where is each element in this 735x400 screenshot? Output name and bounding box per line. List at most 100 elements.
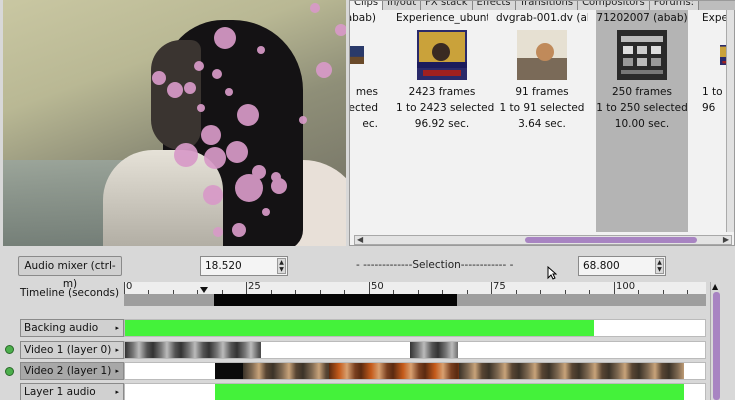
tab-in-out[interactable]: In/out <box>383 1 422 10</box>
clip-thumbnail <box>517 30 567 80</box>
spin-up-icon[interactable]: ▲ <box>656 259 663 266</box>
scrollbar-thumb[interactable] <box>713 292 720 400</box>
ruler-label: 50 <box>371 281 384 292</box>
tab-fx-stack[interactable]: FX stack <box>421 1 473 10</box>
clip-duration: 96.92 sec. <box>414 118 470 130</box>
clip-selected-range: 1 to 2 <box>702 86 728 98</box>
clip-duration: ec. <box>362 118 378 130</box>
ruler-label: 75 <box>493 281 506 292</box>
clip-selected-range: 1 to 91 selected <box>499 102 585 114</box>
scroll-up-icon[interactable]: ▲ <box>712 282 718 291</box>
clips-horizontal-scrollbar[interactable]: ◀ ▶ <box>354 235 732 245</box>
timeline-ruler[interactable]: 0 25 50 75 100 <box>124 281 706 306</box>
tab-compositors[interactable]: Compositors <box>578 1 650 10</box>
scroll-left-icon[interactable]: ◀ <box>357 235 363 244</box>
clip-frames: 250 frames <box>612 86 672 98</box>
track-menu-icon[interactable]: ▸ <box>115 320 119 336</box>
track-active-indicator-icon[interactable] <box>5 345 14 354</box>
spin-down-icon[interactable]: ▼ <box>656 266 663 273</box>
tab-forums[interactable]: Forums: <box>649 1 700 10</box>
spin-up-icon[interactable]: ▲ <box>278 259 285 266</box>
ruler-tick-major <box>246 282 247 294</box>
video-clip-segment[interactable] <box>215 363 243 379</box>
ruler-label: 25 <box>248 281 261 292</box>
clip-name: (abab) <box>350 12 376 24</box>
clip-frames: mes <box>355 86 378 98</box>
clip-selected-range: ected <box>350 102 378 114</box>
clip-thumbnail <box>350 46 364 64</box>
track-video-1-button[interactable]: Video 1 (layer 0) ▸ <box>20 341 124 359</box>
track-menu-icon[interactable]: ▸ <box>115 384 119 400</box>
clip-item[interactable]: (abab) mes ected ec. <box>350 10 380 232</box>
playhead-marker-icon[interactable] <box>200 287 208 293</box>
track-label: Video 2 (layer 1) <box>24 365 112 377</box>
preview-bubble-effect <box>152 3 346 237</box>
clip-selected-range: 1 to 2423 selected <box>396 102 495 114</box>
selection-end-spinner[interactable]: 68.800 ▲ ▼ <box>578 256 666 276</box>
selection-start-value[interactable]: 18.520 <box>205 260 242 272</box>
clips-vertical-scrollbar[interactable] <box>726 10 734 232</box>
clip-frames: 91 frames <box>515 86 569 98</box>
clip-item[interactable]: dvgrab-001.dv (ab 91 frames 1 to 91 sele… <box>496 10 588 232</box>
audio-segment[interactable] <box>125 320 594 336</box>
track-label: Layer 1 audio <box>24 386 96 398</box>
clip-thumbnail <box>417 30 467 80</box>
selection-end-value[interactable]: 68.800 <box>583 260 620 272</box>
clip-name: Experi <box>702 12 728 24</box>
video-clip-segment[interactable] <box>243 363 329 379</box>
ruler-tick-major <box>614 282 615 294</box>
audio-segment[interactable] <box>215 384 684 400</box>
video-clip-segment[interactable] <box>459 363 684 379</box>
audio-mixer-button[interactable]: Audio mixer (ctrl-m) <box>18 256 122 290</box>
clip-item[interactable]: Experience_ubuntu 2423 frames 1 to 2423 … <box>396 10 495 232</box>
tab-clips[interactable]: Clips <box>350 1 384 10</box>
video-preview[interactable] <box>3 0 346 246</box>
track-backing-audio-lane[interactable] <box>124 319 706 337</box>
track-layer-1-audio-lane[interactable] <box>124 383 706 400</box>
ruler-tick-major <box>369 282 370 294</box>
spin-down-icon[interactable]: ▼ <box>278 266 285 273</box>
track-backing-audio-button[interactable]: Backing audio ▸ <box>20 319 124 337</box>
clip-name: Experience_ubuntu <box>396 12 488 24</box>
tab-transitions[interactable]: Transitions <box>515 1 579 10</box>
video-clip-segment[interactable] <box>329 363 459 379</box>
selection-label: - -------------Selection------------ - <box>356 259 514 271</box>
clips-tab-bar: Clips In/out FX stack Effects Transition… <box>350 1 735 10</box>
timeline-label: Timeline (seconds) <box>20 287 120 299</box>
spinner-arrows[interactable]: ▲ ▼ <box>655 258 664 274</box>
track-video-2-lane[interactable] <box>124 362 706 380</box>
spinner-arrows[interactable]: ▲ ▼ <box>277 258 286 274</box>
ruler-label: 0 <box>126 281 133 292</box>
clip-strip: (abab) mes ected ec. Experience_ubuntu 2… <box>350 10 728 232</box>
timeline-selection-range[interactable] <box>214 294 457 306</box>
ruler-tick-major <box>124 282 125 294</box>
scroll-right-icon[interactable]: ▶ <box>723 235 729 244</box>
clip-item-selected[interactable]: 71202007 (abab) 250 frames 1 to 250 sele… <box>596 10 688 232</box>
track-menu-icon[interactable]: ▸ <box>115 363 119 379</box>
track-video-2-button[interactable]: Video 2 (layer 1) ▸ <box>20 362 124 380</box>
clip-duration: 3.64 sec. <box>518 118 566 130</box>
video-clip-segment[interactable] <box>410 342 458 358</box>
timeline-scale[interactable]: 0 25 50 75 100 <box>124 281 706 294</box>
timeline-vertical-scrollbar[interactable]: ▲ <box>710 282 722 400</box>
clips-panel: Clips In/out FX stack Effects Transition… <box>349 0 735 246</box>
track-layer-1-audio-button[interactable]: Layer 1 audio ▸ <box>20 383 124 400</box>
clip-selected-range: 1 to 250 selected <box>596 102 688 114</box>
scrollbar-thumb[interactable] <box>525 237 697 243</box>
mouse-pointer-icon <box>547 266 557 280</box>
ruler-tick-major <box>491 282 492 294</box>
track-video-1-lane[interactable] <box>124 341 706 359</box>
clip-name: 71202007 (abab) <box>596 12 688 24</box>
selection-start-spinner[interactable]: 18.520 ▲ ▼ <box>200 256 288 276</box>
ruler-label: 100 <box>616 281 636 292</box>
track-active-indicator-icon[interactable] <box>5 367 14 376</box>
clip-name: dvgrab-001.dv (ab <box>496 12 588 24</box>
track-menu-icon[interactable]: ▸ <box>115 342 119 358</box>
track-label: Backing audio <box>24 322 99 334</box>
tab-effects[interactable]: Effects <box>472 1 516 10</box>
clip-frames: 2423 frames <box>408 86 476 98</box>
clip-duration: 96 <box>702 102 716 114</box>
video-clip-segment[interactable] <box>125 342 261 358</box>
clip-thumbnail <box>617 30 667 80</box>
clip-item[interactable]: Experi 1 to 2 96 <box>696 10 728 232</box>
